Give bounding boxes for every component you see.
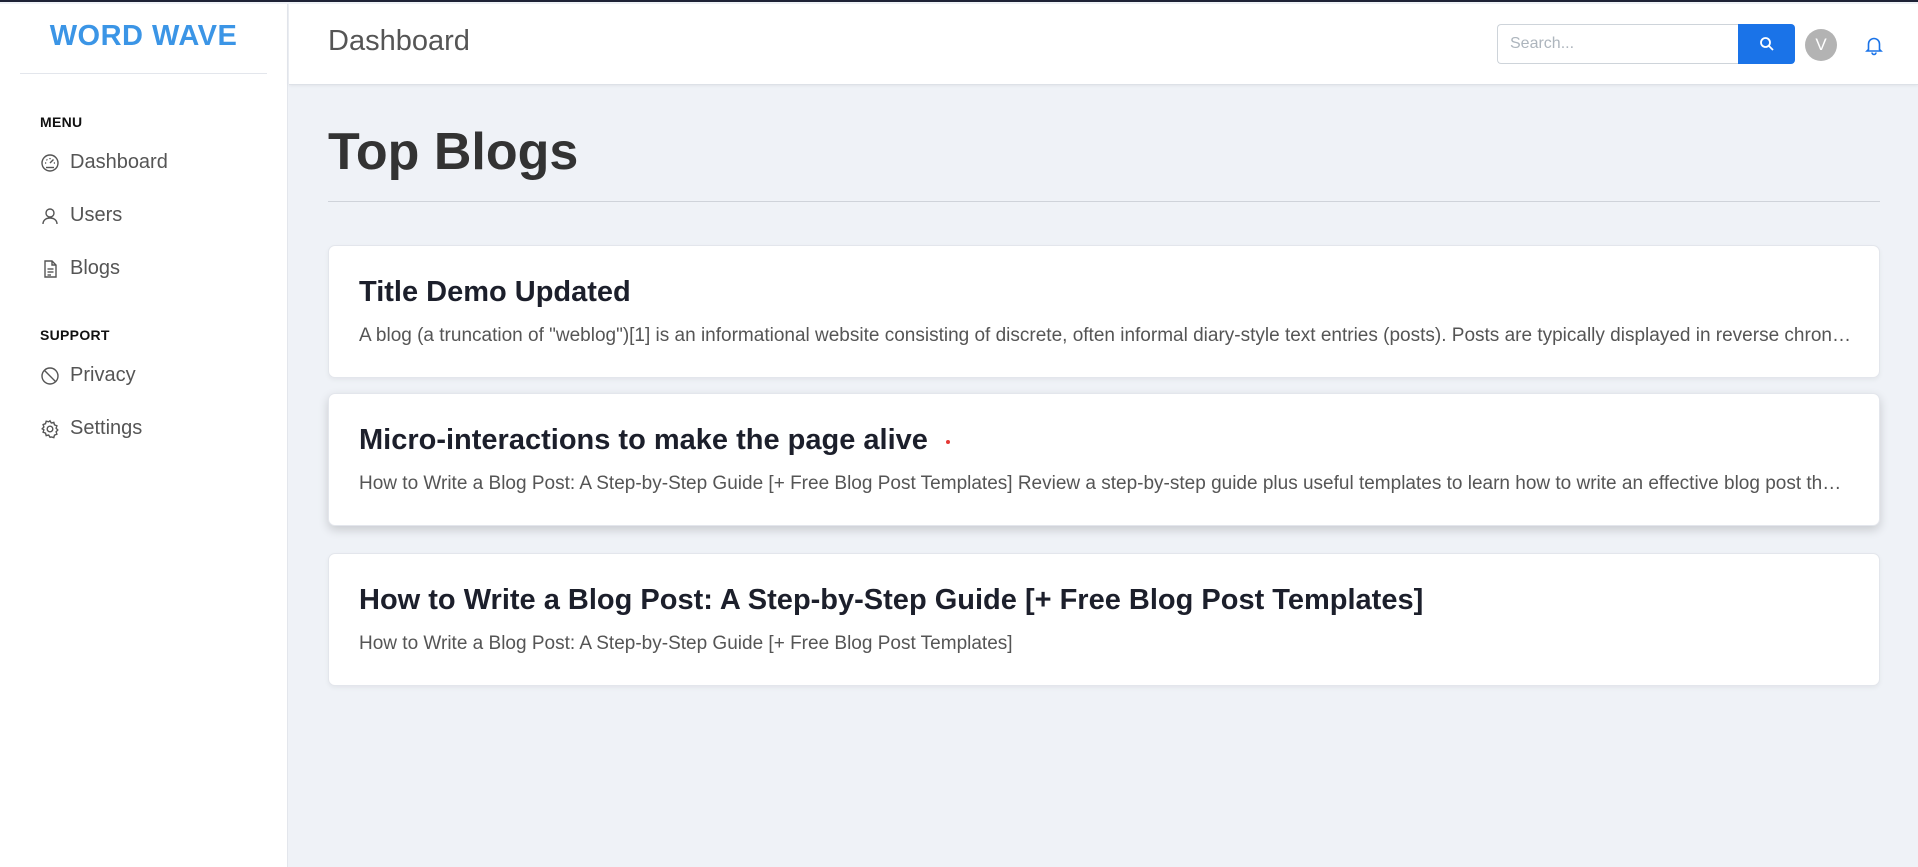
- brand-logo[interactable]: WORD WAVE: [20, 4, 267, 74]
- sidebar-item-privacy[interactable]: Privacy: [40, 349, 287, 402]
- sidebar-item-users[interactable]: Users: [40, 189, 287, 242]
- search-input[interactable]: [1497, 24, 1738, 64]
- sidebar-item-dashboard[interactable]: Dashboard: [40, 136, 287, 189]
- blog-excerpt: How to Write a Blog Post: A Step-by-Step…: [359, 633, 1013, 654]
- search-button[interactable]: [1738, 24, 1795, 64]
- blog-excerpt: A blog (a truncation of "weblog")[1] is …: [359, 325, 1851, 346]
- search-bar: [1497, 24, 1795, 64]
- blog-excerpt: How to Write a Blog Post: A Step-by-Step…: [359, 473, 1851, 494]
- sidebar-item-label: Users: [70, 204, 123, 226]
- sidebar-item-label: Privacy: [70, 364, 136, 386]
- blog-title: How to Write a Blog Post: A Step-by-Step…: [359, 584, 1849, 617]
- sidebar-item-settings[interactable]: Settings: [40, 402, 287, 455]
- sidebar: WORD WAVE MENU Dashboard Users Blogs SUP…: [0, 4, 288, 867]
- blog-title-text: Micro-interactions to make the page aliv…: [359, 424, 928, 456]
- sidebar-item-label: Settings: [70, 417, 143, 439]
- blog-card[interactable]: Micro-interactions to make the page aliv…: [328, 393, 1880, 526]
- sidebar-item-blogs[interactable]: Blogs: [40, 242, 287, 295]
- gear-icon: [41, 419, 59, 438]
- block-icon: [41, 366, 59, 385]
- search-icon: [1759, 37, 1774, 51]
- blog-title-text: Title Demo Updated: [359, 276, 631, 308]
- page-heading: Top Blogs: [328, 123, 579, 181]
- page-title: Dashboard: [328, 25, 470, 57]
- speedometer-icon: [41, 153, 59, 172]
- document-icon: [44, 259, 57, 278]
- menu-nav: Dashboard Users Blogs: [0, 136, 287, 295]
- blog-card[interactable]: Title Demo Updated A blog (a truncation …: [328, 245, 1880, 378]
- menu-section-heading: MENU: [40, 114, 83, 130]
- divider: [328, 201, 1880, 202]
- support-section-heading: SUPPORT: [40, 327, 110, 343]
- support-nav: Privacy Settings: [0, 349, 287, 455]
- sidebar-item-label: Blogs: [70, 257, 121, 279]
- blog-title-text: How to Write a Blog Post: A Step-by-Step…: [359, 584, 1424, 616]
- blog-card[interactable]: How to Write a Blog Post: A Step-by-Step…: [328, 553, 1880, 686]
- bell-icon[interactable]: [1863, 34, 1885, 56]
- blog-title: Title Demo Updated: [359, 276, 1849, 309]
- new-indicator-dot: [945, 439, 950, 444]
- user-icon: [42, 207, 58, 224]
- avatar[interactable]: V: [1805, 29, 1837, 61]
- blog-title: Micro-interactions to make the page aliv…: [359, 424, 1849, 457]
- sidebar-item-label: Dashboard: [70, 151, 168, 173]
- top-bar: Dashboard V: [289, 4, 1918, 85]
